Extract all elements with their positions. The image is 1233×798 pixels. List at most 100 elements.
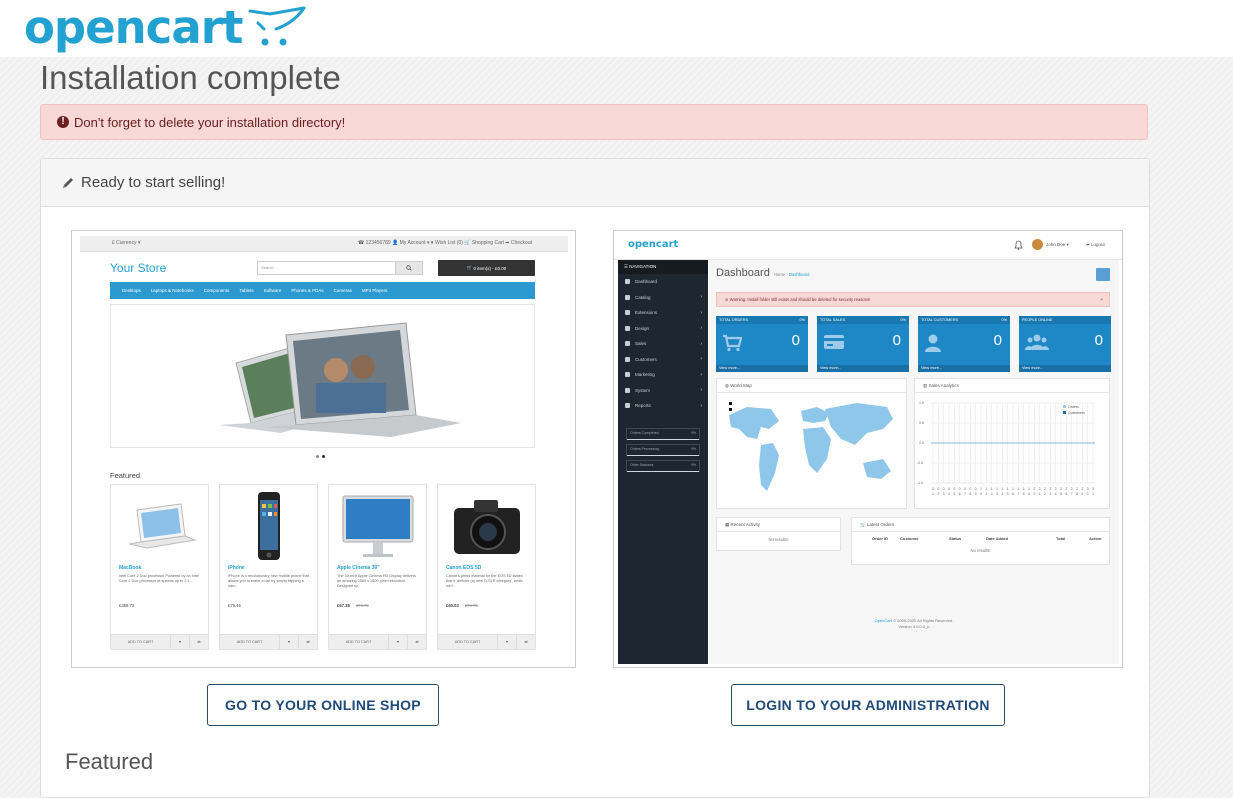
product-desc: Intel Core 2 Duo processor Powered by an… xyxy=(119,574,199,584)
legend-customers: Customers xyxy=(1068,411,1085,415)
x-tick: 9 xyxy=(975,492,977,496)
x-tick: 1 xyxy=(996,487,998,491)
apple-cinema-image xyxy=(342,495,414,557)
featured-heading: Featured xyxy=(65,749,154,774)
x-tick: 1 xyxy=(1023,487,1025,491)
ready-panel: Ready to start selling! £ Currency ▾ ☎ 1… xyxy=(40,158,1150,798)
admin-warning: ⊘ Warning: Install folder still exists a… xyxy=(716,292,1110,307)
y-tick: 0.5 xyxy=(919,421,924,425)
store-name: Your Store xyxy=(110,261,167,275)
nav-item: Customers › xyxy=(618,352,708,368)
x-tick: 1 xyxy=(985,487,987,491)
admin-logout: ➦ Logout xyxy=(1086,242,1105,247)
sales-analytics-chart: 1.0 0.5 0.0 -0.5 -1.0 010203040506070809… xyxy=(917,401,1095,496)
x-tick: 1 xyxy=(985,492,987,496)
x-tick: 5 xyxy=(953,492,955,496)
x-tick: 1 xyxy=(1028,487,1030,491)
x-tick: 2 xyxy=(1033,487,1035,491)
x-tick: 3 xyxy=(996,492,998,496)
menu-item: Desktops xyxy=(122,288,141,293)
x-tick: 0 xyxy=(937,487,939,491)
x-tick: 1 xyxy=(980,487,982,491)
x-tick: 1 xyxy=(1012,487,1014,491)
x-tick: 3 xyxy=(1049,492,1051,496)
iphone-image xyxy=(258,492,280,560)
admin-user: John Doe ▾ xyxy=(1046,242,1069,247)
x-tick: 8 xyxy=(969,492,971,496)
tile-total-sales: TOTAL SALES 0% 0 View more... xyxy=(817,316,909,372)
product-actions: ADD TO CART ♥ ⇄ xyxy=(438,634,535,649)
x-tick: 2 xyxy=(991,492,993,496)
x-tick: 2 xyxy=(937,492,939,496)
carousel-dots xyxy=(316,455,325,458)
x-tick: 5 xyxy=(1060,492,1062,496)
x-tick: 7 xyxy=(964,492,966,496)
menu-item: MP3 Players xyxy=(361,288,388,293)
x-tick: 2 xyxy=(1065,487,1067,491)
x-tick: 0 xyxy=(948,487,950,491)
store-menu: Desktops Laptops & Notebooks Components … xyxy=(110,282,535,299)
heart-icon: ♥ xyxy=(388,635,407,649)
nav-item: Sales › xyxy=(618,336,708,352)
delete-install-alert: ! Don't forget to delete your installati… xyxy=(40,104,1148,140)
compare-icon: ⇄ xyxy=(298,635,317,649)
admin-preview-image[interactable]: opencart John Doe ▾ ➦ Logout ☰ NAVIGATIO… xyxy=(613,230,1123,668)
opencart-logo[interactable]: opencart xyxy=(24,0,308,55)
x-tick: 1 xyxy=(1039,492,1041,496)
top-bar: opencart xyxy=(0,0,1233,57)
x-tick: 4 xyxy=(948,492,950,496)
x-tick: 5 xyxy=(1007,492,1009,496)
x-tick: 2 xyxy=(1044,492,1046,496)
nav-item: Dashboard xyxy=(618,274,708,290)
product-actions: ADD TO CART ♥ ⇄ xyxy=(220,634,317,649)
product-price: £75.46 xyxy=(228,603,241,608)
product-card: Apple Cinema 30" The 30-inch Apple Cinem… xyxy=(328,484,427,650)
go-to-shop-button[interactable]: GO TO YOUR ONLINE SHOP xyxy=(207,684,439,726)
nav-header: ☰ NAVIGATION xyxy=(618,260,708,274)
stat-other-statuses: Other Statuses 0% xyxy=(626,459,700,472)
search-icon xyxy=(395,261,423,275)
admin-sidebar: ☰ NAVIGATION Dashboard Catalog › Extensio… xyxy=(618,260,708,664)
alert-text: Don't forget to delete your installation… xyxy=(74,114,346,130)
go-to-shop-label: GO TO YOUR ONLINE SHOP xyxy=(225,697,421,713)
tile-total-orders: TOTAL ORDERS 0% 0 View more... xyxy=(716,316,808,372)
store-topbar: £ Currency ▾ ☎ 123456789 👤 My Account ▾ … xyxy=(80,236,568,252)
breadcrumb: Home › Dashboard xyxy=(774,272,810,277)
sales-analytics-box: ▥ Sales Analytics 1.0 0.5 0.0 -0.5 -1.0 xyxy=(914,378,1110,509)
product-price: £60.03 £74.73 xyxy=(446,603,478,608)
credit-card-icon xyxy=(824,335,844,349)
nav-item: Catalog › xyxy=(618,290,708,306)
orders-header: Order ID Customer Status Date Added Tota… xyxy=(872,536,1102,541)
world-map-image xyxy=(729,402,893,491)
x-tick: 9 xyxy=(1081,492,1083,496)
x-tick: 4 xyxy=(1001,492,1003,496)
store-preview-image[interactable]: £ Currency ▾ ☎ 123456789 👤 My Account ▾ … xyxy=(71,230,576,668)
compare-icon: ⇄ xyxy=(189,635,208,649)
x-tick: 0 xyxy=(953,487,955,491)
stat-orders-completed: Orders Completed 0% xyxy=(626,427,700,440)
close-icon: × xyxy=(1100,297,1103,302)
product-price: £368.73 xyxy=(119,603,135,608)
x-tick: 2 xyxy=(1049,487,1051,491)
add-to-cart: ADD TO CART xyxy=(345,640,372,644)
login-admin-button[interactable]: LOGIN TO YOUR ADMINISTRATION xyxy=(731,684,1005,726)
exclamation-circle-icon: ! xyxy=(57,116,69,128)
x-tick: 6 xyxy=(959,492,961,496)
product-name: Apple Cinema 30" xyxy=(337,565,380,571)
add-to-cart: ADD TO CART xyxy=(454,640,481,644)
product-price: £67.38 £74.73 xyxy=(337,603,369,608)
product-desc: iPhone is a revolutionary new mobile pho… xyxy=(228,574,309,589)
x-tick: 0 xyxy=(1033,492,1035,496)
x-tick: 1 xyxy=(1007,487,1009,491)
store-cart-button: 🛒 0 item(s) - £0.00 xyxy=(438,260,535,276)
x-tick: 6 xyxy=(1012,492,1014,496)
users-icon xyxy=(1025,334,1049,350)
product-name: Canon EOS 5D xyxy=(446,565,482,571)
x-tick: 2 xyxy=(1071,487,1073,491)
x-tick: 0 xyxy=(975,487,977,491)
latest-orders-box: 🛒 Latest Orders Order ID Customer Status… xyxy=(851,517,1110,565)
x-tick: 1 xyxy=(1092,492,1094,496)
page-title: Installation complete xyxy=(40,59,341,96)
x-tick: 0 xyxy=(932,487,934,491)
macbook-image xyxy=(128,503,197,549)
